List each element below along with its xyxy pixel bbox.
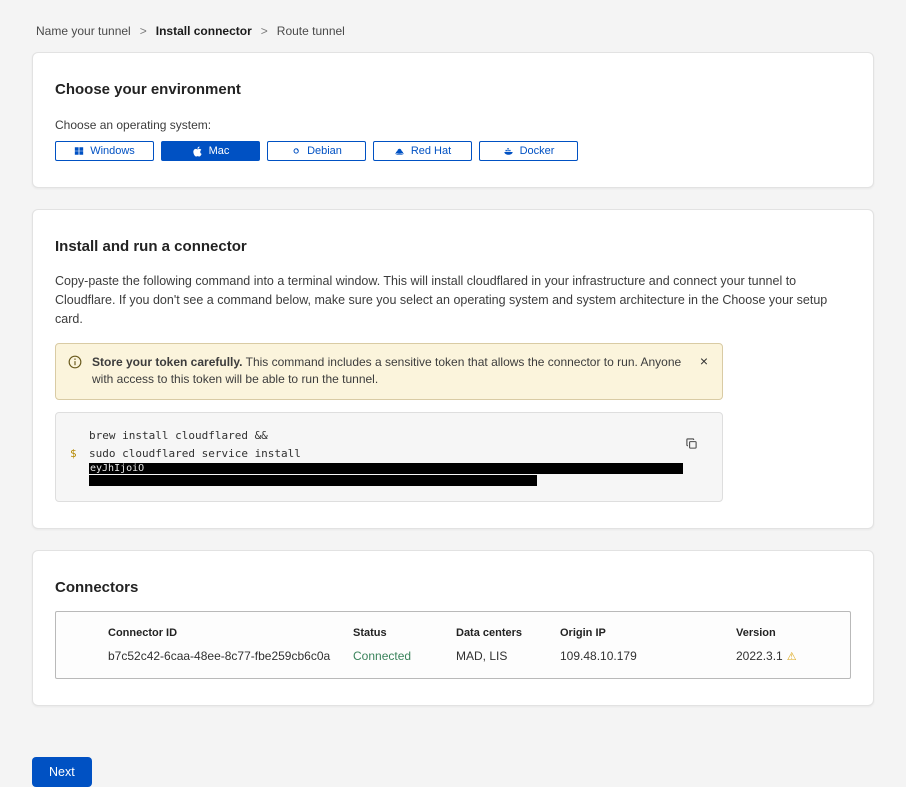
redacted-token-line-2 xyxy=(89,475,537,486)
install-connector-card: Install and run a connector Copy-paste t… xyxy=(32,209,874,529)
os-button-label: Mac xyxy=(209,145,230,157)
version-value: 2022.3.1 ⚠ xyxy=(736,649,838,663)
os-button-debian[interactable]: Debian xyxy=(267,141,366,161)
os-button-label: Docker xyxy=(520,145,555,157)
os-button-mac[interactable]: Mac xyxy=(161,141,260,161)
column-header-status: Status xyxy=(353,627,456,639)
install-command-codeblock: $ brew install cloudflared && sudo cloud… xyxy=(55,412,723,502)
shell-prompt: $ xyxy=(70,426,80,486)
connector-id-value: b7c52c42-6caa-48ee-8c77-fbe259cb6c0a xyxy=(108,649,353,663)
environment-card-title: Choose your environment xyxy=(55,81,851,98)
next-button[interactable]: Next xyxy=(32,757,92,787)
connector-row: b7c52c42-6caa-48ee-8c77-fbe259cb6c0a Con… xyxy=(56,649,850,663)
token-warning-text: Store your token carefully. This command… xyxy=(92,354,682,388)
connectors-table-header: Connector ID Status Data centers Origin … xyxy=(56,627,850,639)
close-icon[interactable]: × xyxy=(698,354,710,368)
redacted-token-line-1: eyJhIjoiO xyxy=(89,463,683,474)
token-warning-banner: Store your token carefully. This command… xyxy=(55,343,723,400)
breadcrumb-step-route-tunnel: Route tunnel xyxy=(277,24,345,38)
command-line-2: sudo cloudflared service install xyxy=(89,446,708,462)
os-button-label: Red Hat xyxy=(411,145,451,157)
connectors-table: Connector ID Status Data centers Origin … xyxy=(55,611,851,679)
column-header-connector-id: Connector ID xyxy=(108,627,353,639)
info-icon xyxy=(68,355,82,374)
column-header-version: Version xyxy=(736,627,838,639)
connectors-card: Connectors Connector ID Status Data cent… xyxy=(32,550,874,706)
command-line-1: brew install cloudflared && xyxy=(89,426,708,446)
breadcrumb-step-name-your-tunnel[interactable]: Name your tunnel xyxy=(36,24,131,38)
os-button-redhat[interactable]: Red Hat xyxy=(373,141,472,161)
copy-icon[interactable] xyxy=(685,437,698,453)
docker-icon xyxy=(503,146,514,157)
breadcrumb-step-install-connector: Install connector xyxy=(156,24,252,38)
breadcrumb-separator: > xyxy=(261,24,268,38)
token-warning-bold: Store your token carefully. xyxy=(92,355,243,369)
windows-icon xyxy=(74,146,84,156)
os-button-docker[interactable]: Docker xyxy=(479,141,578,161)
install-command: brew install cloudflared && sudo cloudfl… xyxy=(89,426,708,486)
version-warning-icon: ⚠ xyxy=(787,650,797,663)
os-button-label: Windows xyxy=(90,145,135,157)
os-button-windows[interactable]: Windows xyxy=(55,141,154,161)
apple-icon xyxy=(192,146,203,157)
install-connector-description: Copy-paste the following command into a … xyxy=(55,272,851,329)
environment-card: Choose your environment Choose an operat… xyxy=(32,52,874,188)
breadcrumb-separator: > xyxy=(140,24,147,38)
data-centers-value: MAD, LIS xyxy=(456,649,560,663)
os-button-row: Windows Mac Debian Red Hat Docker xyxy=(55,141,851,161)
status-badge: Connected xyxy=(353,649,456,663)
redhat-icon xyxy=(394,146,405,157)
os-select-label: Choose an operating system: xyxy=(55,118,851,132)
version-number: 2022.3.1 xyxy=(736,649,783,663)
debian-icon xyxy=(291,146,301,156)
column-header-origin-ip: Origin IP xyxy=(560,627,736,639)
install-connector-title: Install and run a connector xyxy=(55,238,851,255)
origin-ip-value: 109.48.10.179 xyxy=(560,649,736,663)
connectors-title: Connectors xyxy=(55,579,851,596)
breadcrumb: Name your tunnel > Install connector > R… xyxy=(0,0,906,52)
column-header-data-centers: Data centers xyxy=(456,627,560,639)
os-button-label: Debian xyxy=(307,145,342,157)
